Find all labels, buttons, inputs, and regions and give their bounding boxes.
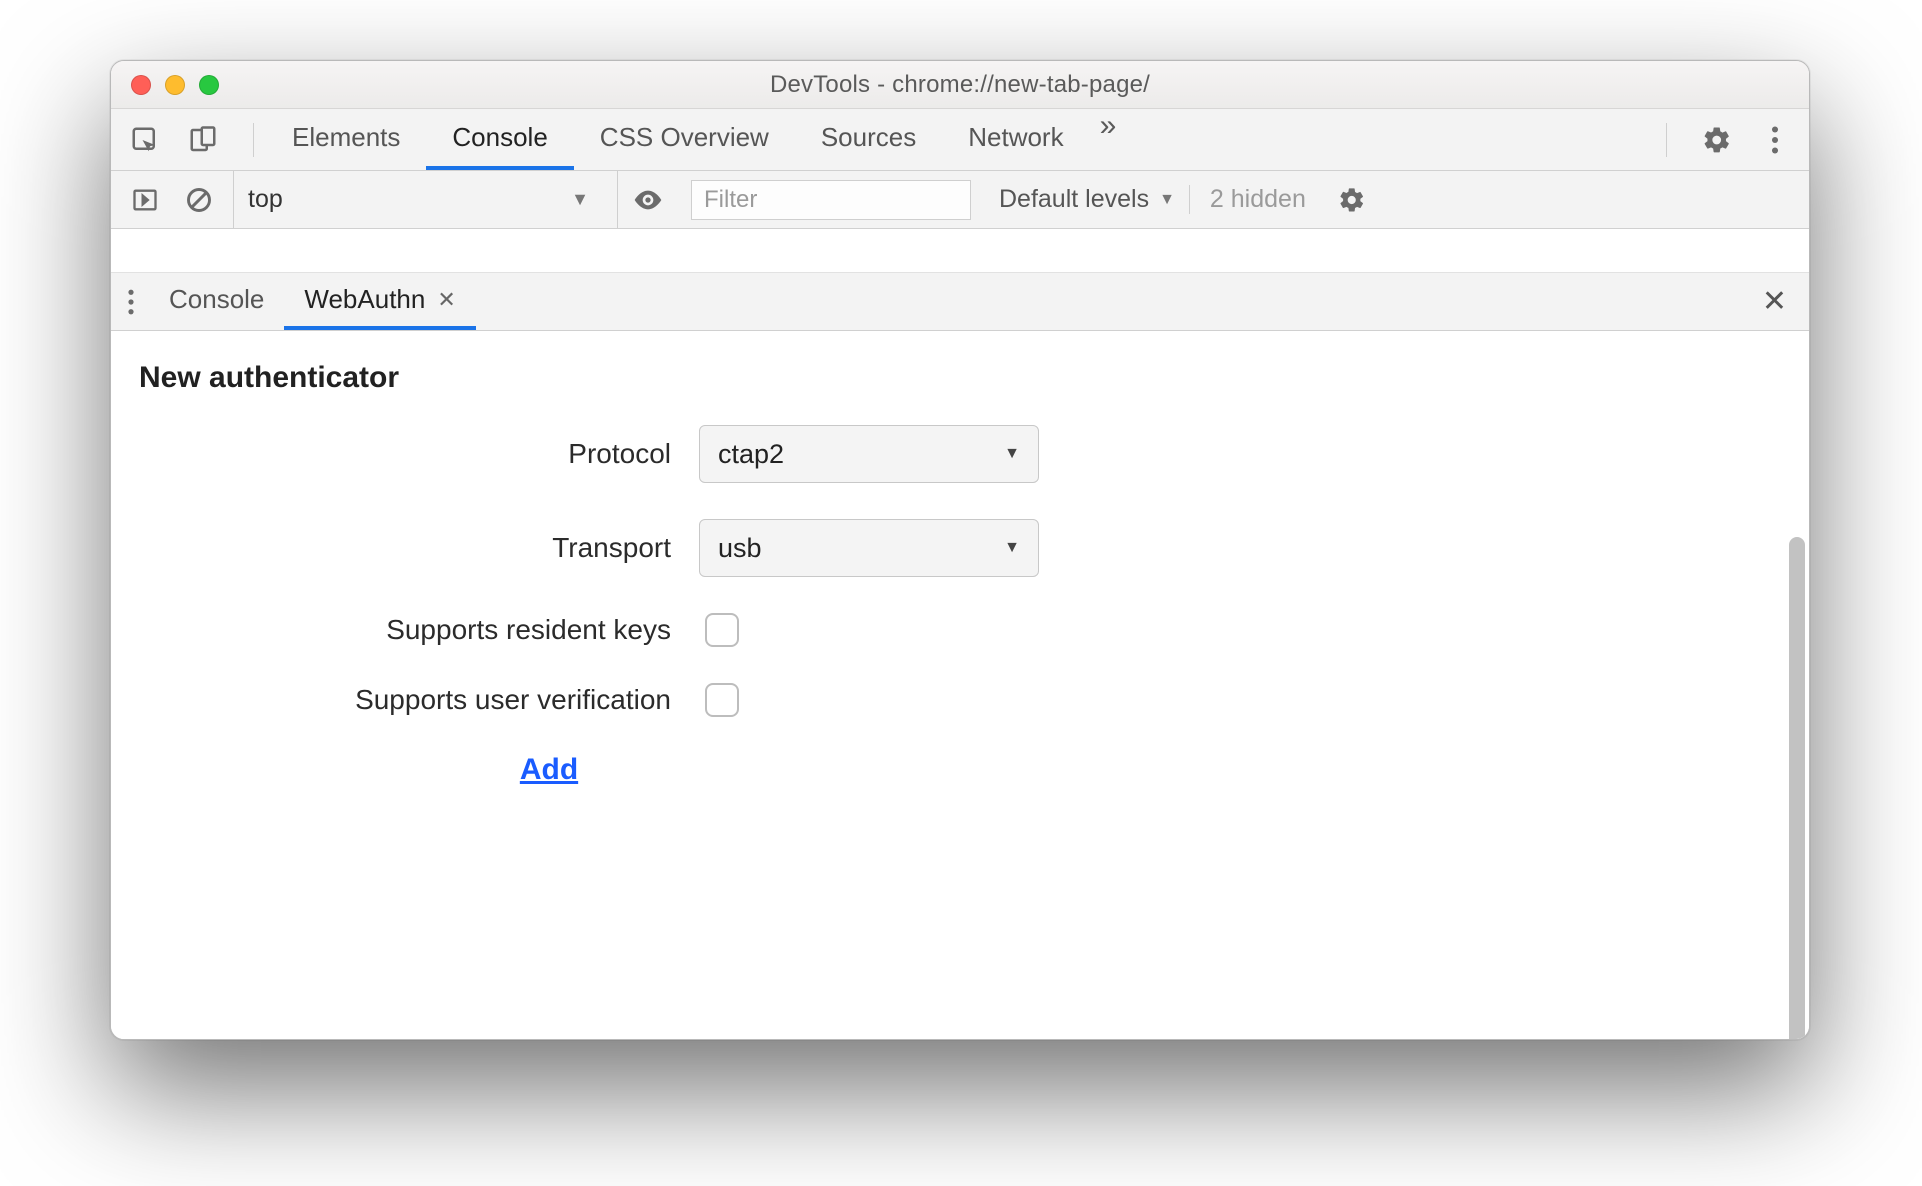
divider [1666, 123, 1667, 157]
live-expression-icon[interactable] [617, 171, 677, 228]
drawer-tab-bar: Console WebAuthn ✕ ✕ [111, 273, 1809, 331]
inspect-icon[interactable] [125, 120, 165, 160]
dropdown-triangle-icon: ▼ [1004, 445, 1020, 463]
drawer-menu-icon[interactable] [123, 289, 149, 315]
settings-gear-icon[interactable] [1697, 120, 1737, 160]
scrollbar-thumb[interactable] [1789, 537, 1805, 1039]
drawer-tab-console[interactable]: Console [149, 273, 284, 330]
panel-heading: New authenticator [139, 361, 1781, 395]
divider [253, 123, 254, 157]
main-tab-bar: Elements Console CSS Overview Sources Ne… [111, 109, 1809, 171]
title-bar: DevTools - chrome://new-tab-page/ [111, 61, 1809, 109]
transport-label: Transport [139, 532, 699, 564]
sidebar-toggle-icon[interactable] [125, 180, 165, 220]
scrollbar[interactable] [1785, 337, 1805, 1033]
hidden-messages-count[interactable]: 2 hidden [1189, 185, 1306, 214]
device-toggle-icon[interactable] [183, 120, 223, 160]
log-levels-selector[interactable]: Default levels ▼ [985, 185, 1175, 214]
authenticator-form: Protocol ctap2 ▼ Transport usb ▼ Support… [139, 425, 1089, 787]
resident-keys-label: Supports resident keys [139, 614, 699, 646]
dropdown-triangle-icon: ▼ [571, 189, 589, 210]
clear-console-icon[interactable] [179, 180, 219, 220]
tab-elements[interactable]: Elements [266, 109, 426, 170]
window-title: DevTools - chrome://new-tab-page/ [111, 71, 1809, 99]
console-output-area [111, 229, 1809, 273]
kebab-menu-icon[interactable] [1755, 120, 1795, 160]
webauthn-panel: New authenticator Protocol ctap2 ▼ Trans… [111, 331, 1809, 1039]
more-tabs-icon[interactable]: » [1090, 109, 1127, 170]
drawer-tab-webauthn[interactable]: WebAuthn ✕ [284, 273, 475, 330]
tab-css-overview[interactable]: CSS Overview [574, 109, 795, 170]
protocol-label: Protocol [139, 438, 699, 470]
close-tab-icon[interactable]: ✕ [437, 287, 455, 313]
dropdown-triangle-icon: ▼ [1004, 539, 1020, 557]
transport-value: usb [718, 533, 762, 564]
main-tabs: Elements Console CSS Overview Sources Ne… [266, 109, 1126, 170]
tab-sources[interactable]: Sources [795, 109, 942, 170]
protocol-value: ctap2 [718, 439, 784, 470]
tab-console[interactable]: Console [426, 109, 573, 170]
add-button[interactable]: Add [520, 753, 578, 787]
user-verification-checkbox[interactable] [705, 683, 739, 717]
resident-keys-checkbox[interactable] [705, 613, 739, 647]
console-settings-gear-icon[interactable] [1332, 180, 1372, 220]
dropdown-triangle-icon: ▼ [1159, 191, 1175, 209]
devtools-window: DevTools - chrome://new-tab-page/ [110, 60, 1810, 1040]
close-drawer-icon[interactable]: ✕ [1762, 284, 1797, 319]
protocol-select[interactable]: ctap2 ▼ [699, 425, 1039, 483]
transport-select[interactable]: usb ▼ [699, 519, 1039, 577]
user-verification-label: Supports user verification [139, 684, 699, 716]
console-toolbar: top ▼ Default levels ▼ 2 hidden [111, 171, 1809, 229]
filter-input[interactable] [691, 180, 971, 220]
context-value: top [248, 185, 283, 214]
context-selector[interactable]: top ▼ [233, 171, 603, 228]
tab-network[interactable]: Network [942, 109, 1089, 170]
